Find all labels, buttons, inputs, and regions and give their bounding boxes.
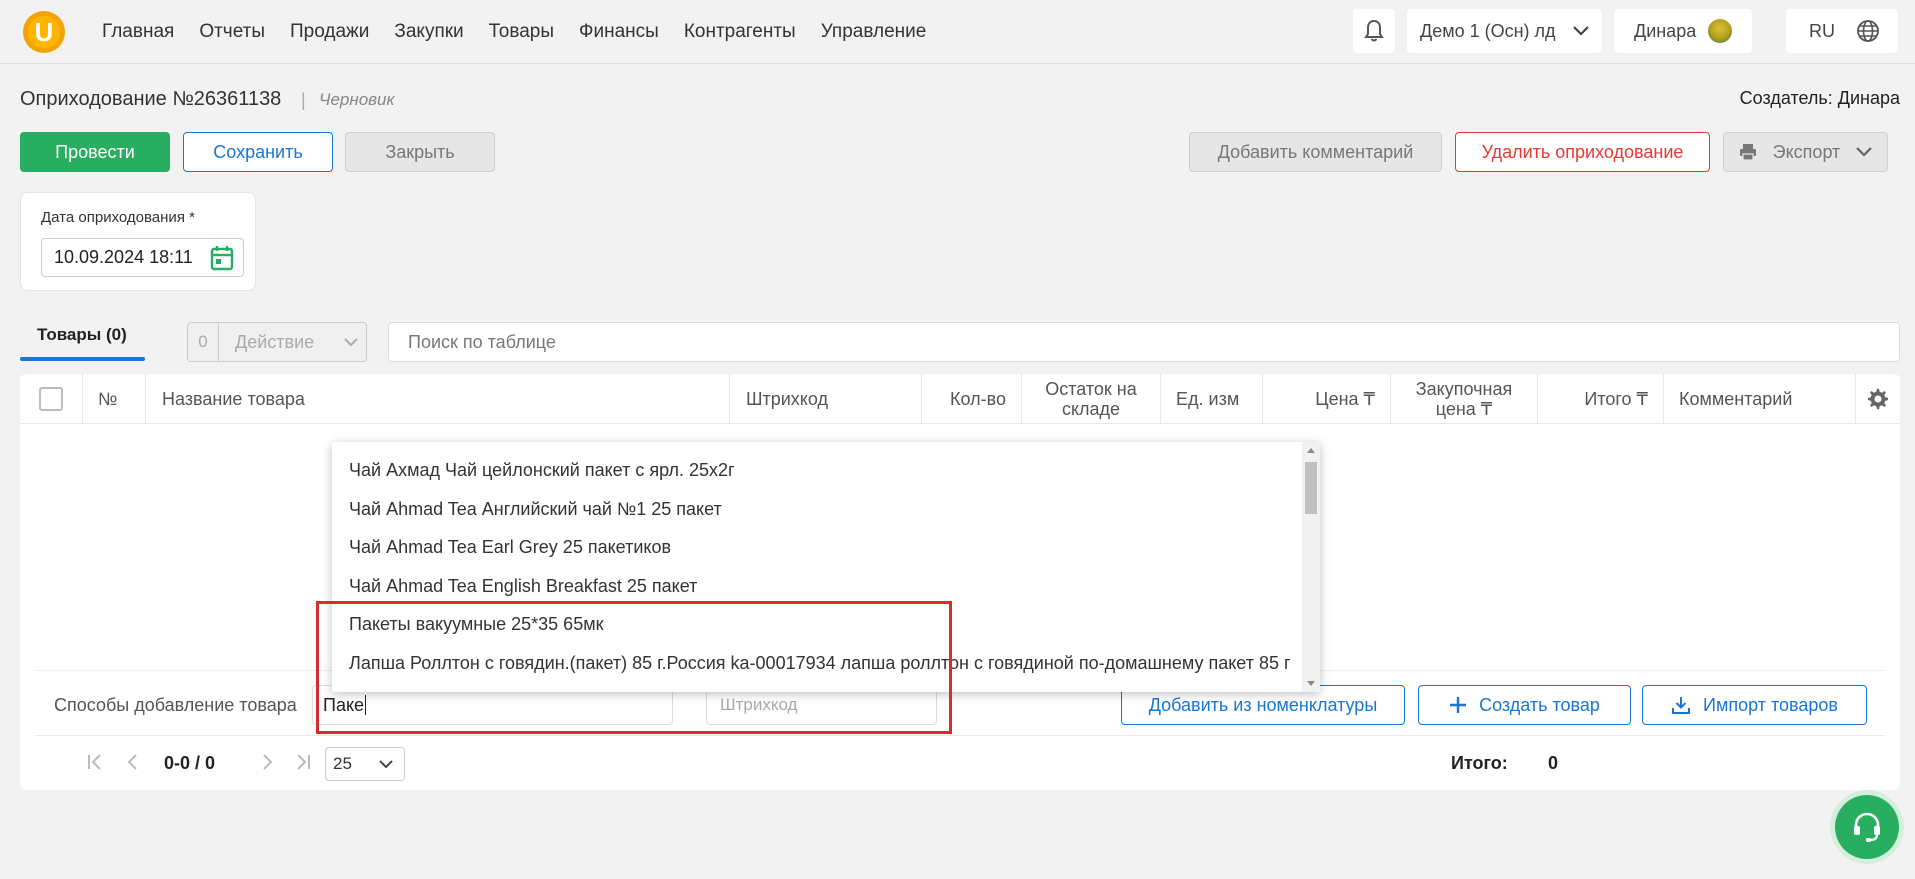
col-barcode: Штрихкод	[730, 374, 922, 424]
total-value: 0	[1548, 753, 1559, 773]
nav-item-counterparties[interactable]: Контрагенты	[684, 21, 796, 43]
col-qty: Кол-во	[922, 374, 1022, 424]
close-button[interactable]: Закрыть	[345, 132, 495, 172]
suggestion-item[interactable]: Лапша Роллтон с говядин.(пакет) 85 г.Рос…	[349, 653, 1294, 674]
suggestion-item[interactable]: Чай Ахмад Чай цейлонский пакет с ярл. 25…	[349, 460, 1299, 481]
nav-item-management[interactable]: Управление	[821, 21, 927, 43]
plus-icon	[1450, 697, 1467, 713]
col-comment: Комментарий	[1664, 374, 1856, 424]
scroll-down-icon[interactable]	[1307, 681, 1315, 686]
creator-label: Создатель: Динара	[1739, 88, 1900, 108]
date-value: 10.09.2024 18:11	[54, 247, 193, 267]
table-header: № Название товара Штрихкод Кол-во Остато…	[20, 374, 1900, 424]
col-total[interactable]: Итого ₸	[1538, 374, 1664, 424]
last-page-icon[interactable]	[293, 752, 313, 772]
product-suggestions-dropdown: Чай Ахмад Чай цейлонский пакет с ярл. 25…	[332, 442, 1320, 692]
company-selector[interactable]: Демо 1 (Осн) лд	[1407, 9, 1602, 53]
chevron-down-icon	[1573, 26, 1589, 36]
total-label: Итого:	[1451, 753, 1508, 773]
nav-item-purchases[interactable]: Закупки	[394, 21, 463, 43]
date-input[interactable]: 10.09.2024 18:11	[41, 238, 244, 277]
pagination: 0-0 / 0 25 Итого: 0	[35, 736, 1885, 790]
notifications-button[interactable]	[1353, 9, 1395, 53]
company-name: Демо 1 (Осн) лд	[1420, 20, 1556, 41]
headset-icon	[1854, 812, 1880, 842]
create-product-button[interactable]: Создать товар	[1418, 685, 1631, 725]
app-logo[interactable]: U	[23, 11, 65, 53]
suggestion-item[interactable]: Чай Ahmad Tea Английский чай №1 25 пакет	[349, 499, 1299, 520]
top-navbar: U Главная Отчеты Продажи Закупки Товары …	[0, 0, 1915, 64]
next-page-icon[interactable]	[257, 752, 277, 772]
suggestion-item[interactable]: Чай Ahmad Tea English Breakfast 25 пакет	[349, 576, 1299, 597]
main-nav: Главная Отчеты Продажи Закупки Товары Фи…	[102, 0, 951, 64]
tab-goods-label: Товары (0)	[37, 325, 127, 344]
dropdown-scrollbar[interactable]	[1302, 442, 1320, 692]
export-label: Экспорт	[1772, 141, 1841, 162]
support-chat-button[interactable]	[1835, 795, 1899, 859]
action-dropdown[interactable]: 0 Действие	[187, 322, 367, 362]
nav-item-reports[interactable]: Отчеты	[199, 21, 265, 43]
chevron-down-icon	[1856, 147, 1872, 157]
date-label: Дата оприходования *	[41, 209, 195, 226]
col-name: Название товара	[146, 374, 730, 424]
select-all-checkbox[interactable]	[39, 387, 63, 411]
nav-item-finance[interactable]: Финансы	[579, 21, 659, 43]
scrollbar-thumb[interactable]	[1305, 462, 1317, 514]
date-card: Дата оприходования * 10.09.2024 18:11	[20, 192, 256, 291]
col-purchase-price[interactable]: Закупочная цена ₸	[1391, 374, 1538, 424]
page-range: 0-0 / 0	[164, 753, 216, 773]
gear-icon[interactable]	[1867, 388, 1889, 410]
suggestion-item[interactable]: Пакеты вакуумные 25*35 65мк	[349, 614, 1299, 635]
user-name: Динара	[1634, 20, 1697, 41]
download-icon	[1672, 697, 1691, 714]
save-button[interactable]: Сохранить	[183, 132, 333, 172]
globe-icon	[1857, 20, 1879, 42]
title-separator: |	[301, 90, 306, 110]
user-menu[interactable]: Динара	[1614, 9, 1752, 53]
suggestion-item[interactable]: Чай Ahmad Tea Earl Grey 25 пакетиков	[349, 537, 1299, 558]
prev-page-icon[interactable]	[123, 752, 143, 772]
language-code: RU	[1809, 20, 1835, 41]
nav-item-home[interactable]: Главная	[102, 21, 174, 43]
chevron-down-icon	[344, 338, 358, 347]
chevron-down-icon	[379, 760, 393, 769]
nav-item-sales[interactable]: Продажи	[290, 21, 369, 43]
add-methods-label: Способы добавление товара	[54, 695, 297, 715]
selected-count: 0	[188, 323, 219, 361]
language-selector[interactable]: RU	[1786, 9, 1898, 53]
nav-item-goods[interactable]: Товары	[489, 21, 554, 43]
page-size-select[interactable]: 25	[325, 747, 405, 781]
printer-icon	[1740, 144, 1756, 161]
product-name-value: Паке	[323, 694, 365, 715]
add-from-nomenclature-label: Добавить из номенклатуры	[1148, 694, 1378, 715]
bell-icon	[1364, 19, 1384, 42]
import-products-label: Импорт товаров	[1703, 694, 1838, 715]
logo-letter: U	[28, 16, 60, 48]
export-button[interactable]: Экспорт	[1723, 132, 1888, 172]
status-badge: Черновик	[319, 90, 395, 109]
import-products-button[interactable]: Импорт товаров	[1642, 685, 1867, 725]
avatar	[1708, 19, 1732, 43]
table-search-input[interactable]: Поиск по таблице	[388, 322, 1900, 362]
text-caret	[365, 695, 367, 715]
post-button[interactable]: Провести	[20, 132, 170, 172]
col-number: №	[83, 374, 146, 424]
first-page-icon[interactable]	[85, 752, 105, 772]
page-size-value: 25	[333, 754, 352, 773]
page-title: Оприходование №26361138	[20, 88, 282, 110]
tab-goods[interactable]: Товары (0)	[20, 320, 145, 361]
add-comment-button[interactable]: Добавить комментарий	[1189, 132, 1442, 172]
delete-button[interactable]: Удалить оприходование	[1455, 132, 1710, 172]
scroll-up-icon[interactable]	[1307, 448, 1315, 453]
action-label: Действие	[235, 331, 315, 352]
calendar-icon[interactable]	[210, 245, 234, 271]
col-price[interactable]: Цена ₸	[1263, 374, 1391, 424]
create-product-label: Создать товар	[1479, 694, 1600, 715]
col-stock: Остаток на складе	[1022, 374, 1161, 424]
col-unit: Ед. изм	[1161, 374, 1263, 424]
tab-active-indicator	[20, 357, 145, 361]
